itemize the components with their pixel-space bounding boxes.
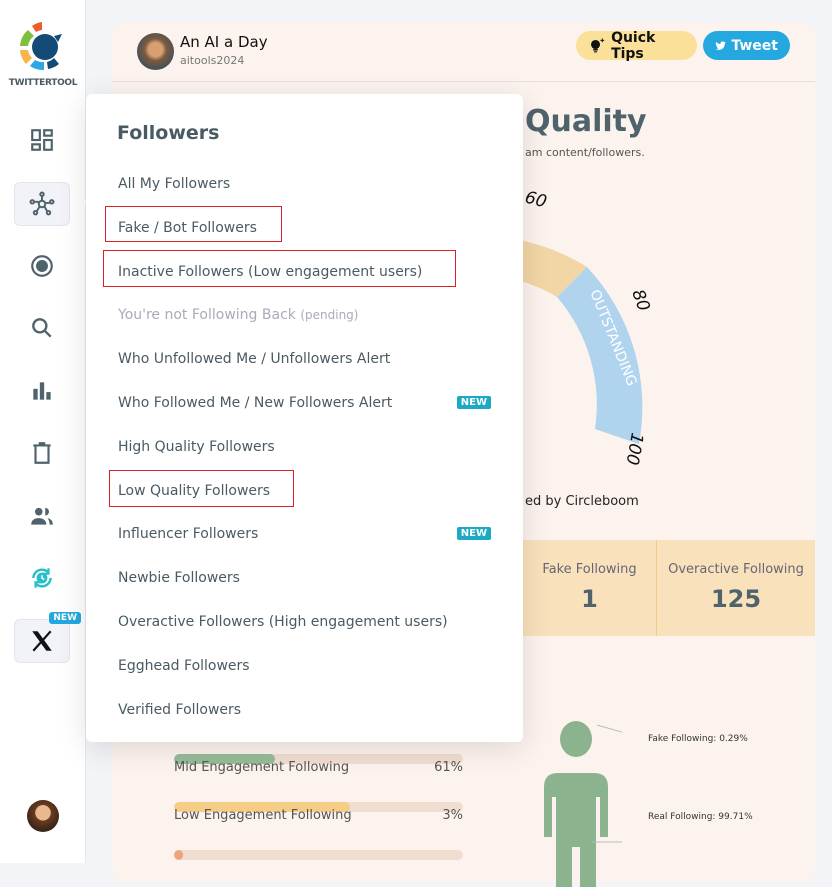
engagement-label: Low Engagement Following 3% xyxy=(174,808,463,823)
menu-item-label: High Quality Followers xyxy=(118,438,275,455)
menu-item-label: Influencer Followers xyxy=(118,526,259,543)
menu-item[interactable]: High Quality Followers xyxy=(118,439,491,455)
menu-item-label: Egghead Followers xyxy=(118,657,250,674)
account-avatar[interactable] xyxy=(27,800,59,832)
stat-label: Overactive Following xyxy=(668,562,804,577)
bar-chart-icon xyxy=(33,382,51,400)
x-logo-icon xyxy=(32,630,52,652)
sidebar-item-users[interactable] xyxy=(14,494,70,538)
stat-fake-following: Fake Following 1 xyxy=(522,540,656,636)
powered-by: ed by Circleboom xyxy=(525,494,639,509)
sidebar-item-dashboard[interactable] xyxy=(14,118,70,162)
sidebar-item-followers[interactable] xyxy=(14,182,70,226)
menu-item[interactable]: You're not Following Back (pending) xyxy=(118,307,491,323)
menu-item[interactable]: Newbie Followers xyxy=(118,570,491,586)
engagement-bar xyxy=(174,850,463,860)
menu-item[interactable]: Overactive Followers (High engagement us… xyxy=(118,614,491,630)
new-badge: NEW xyxy=(456,527,491,541)
menu-item[interactable]: Egghead Followers xyxy=(118,658,491,674)
menu-item[interactable]: Fake / Bot Followers xyxy=(118,220,491,236)
trash-icon xyxy=(33,442,51,464)
followers-dropdown-menu: Followers All My Followers Fake / Bot Fol… xyxy=(86,94,523,742)
menu-item[interactable]: Who Followed Me / New Followers Alert NEW xyxy=(118,395,491,411)
following-figure xyxy=(544,721,622,887)
sidebar-item-search[interactable] xyxy=(14,306,70,350)
schedule-sync-icon xyxy=(32,568,52,588)
users-icon xyxy=(31,507,53,525)
menu-item[interactable]: All My Followers xyxy=(118,176,491,192)
engagement-percent: 61% xyxy=(434,760,463,775)
stat-label: Fake Following xyxy=(542,562,637,577)
menu-item-label: Who Followed Me / New Followers Alert xyxy=(118,395,393,411)
menu-item-label: Low Quality Followers xyxy=(118,482,271,499)
fake-following-note: Fake Following: 0.29% xyxy=(648,734,748,744)
sidebar-item-delete[interactable] xyxy=(14,431,70,475)
engagement-name: Low Engagement Following xyxy=(174,808,352,823)
search-icon xyxy=(32,318,52,338)
menu-title: Followers xyxy=(117,122,220,144)
sidebar-item-analytics[interactable] xyxy=(14,369,70,413)
pending-note: (pending) xyxy=(300,308,359,323)
sidebar-item-record[interactable] xyxy=(14,244,70,288)
gauge-tick-60: 60 xyxy=(523,188,549,213)
menu-item-label: Newbie Followers xyxy=(118,570,240,587)
stat-overactive-following: Overactive Following 125 xyxy=(656,540,815,636)
menu-item[interactable]: Low Quality Followers xyxy=(118,483,491,499)
stat-value: 1 xyxy=(581,585,598,613)
dashboard-icon xyxy=(31,129,53,151)
sidebar-item-x[interactable]: NEW xyxy=(14,612,81,663)
engagement-name: Mid Engagement Following xyxy=(174,760,350,775)
new-badge: NEW xyxy=(49,612,81,624)
menu-item[interactable]: Who Unfollowed Me / Unfollowers Alert xyxy=(118,351,491,367)
menu-item-label: You're not Following Back xyxy=(118,307,296,324)
gauge-tick-80: 80 xyxy=(627,287,653,314)
menu-item-label: Inactive Followers (Low engagement users… xyxy=(118,263,423,280)
engagement-bar-fill xyxy=(174,850,183,860)
engagement-percent: 3% xyxy=(442,808,463,823)
menu-item[interactable]: Inactive Followers (Low engagement users… xyxy=(118,264,491,280)
network-icon xyxy=(29,191,55,216)
sidebar: TWITTERTOOL NEW xyxy=(0,0,86,863)
sidebar-item-scheduler[interactable] xyxy=(14,556,70,600)
record-icon xyxy=(31,255,53,277)
menu-item-label: All My Followers xyxy=(118,176,231,192)
menu-item-label: Who Unfollowed Me / Unfollowers Alert xyxy=(118,351,391,368)
real-following-note: Real Following: 99.71% xyxy=(648,812,753,822)
engagement-label: Mid Engagement Following 61% xyxy=(174,760,463,775)
menu-item[interactable]: Verified Followers xyxy=(118,702,491,718)
menu-item-label: Fake / Bot Followers xyxy=(118,219,257,236)
menu-item[interactable]: Influencer Followers NEW xyxy=(118,526,491,542)
new-badge: NEW xyxy=(456,396,491,409)
menu-item-label: Verified Followers xyxy=(118,701,242,718)
stat-value: 125 xyxy=(710,585,762,613)
brand-name: TWITTERTOOL xyxy=(8,78,78,88)
menu-item-label: Overactive Followers (High engagement us… xyxy=(118,614,448,630)
twittertool-logo[interactable] xyxy=(18,20,66,72)
